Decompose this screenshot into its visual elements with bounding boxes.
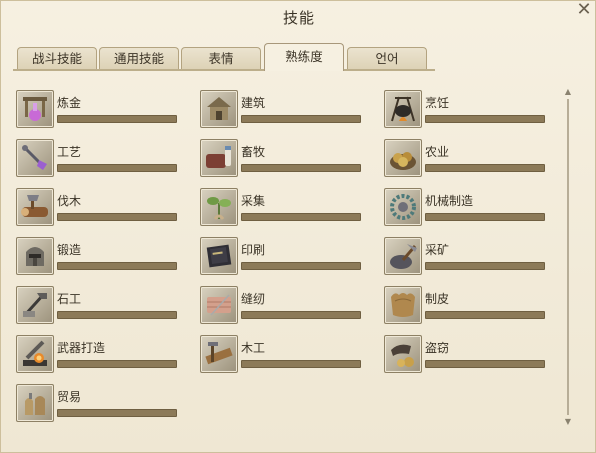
skill-larceny[interactable]: 盗窃 (379, 335, 549, 373)
skill-progress-bar (241, 164, 361, 172)
metalwork-icon (16, 237, 54, 275)
skill-husbandry[interactable]: 畜牧 (195, 139, 365, 177)
tab-label: 表情 (208, 51, 234, 66)
tab-general-skills[interactable]: 通用技能 (99, 47, 179, 69)
skill-progress-bar (425, 311, 545, 319)
tab-label: 언어 (375, 51, 399, 66)
logging-icon (16, 188, 54, 226)
skill-name: 机械制造 (425, 194, 474, 208)
window-title: 技能 (282, 9, 315, 27)
masonry-icon (16, 286, 54, 324)
skill-progress-bar (425, 213, 545, 221)
skill-commerce[interactable]: 贸易 (11, 384, 181, 422)
tab-label: 战斗技能 (31, 51, 82, 66)
skill-leatherwork[interactable]: 制皮 (379, 286, 549, 324)
skill-progress-bar (57, 409, 177, 417)
skill-progress-bar (241, 115, 361, 123)
skill-progress-bar (425, 115, 545, 123)
scroll-track[interactable] (567, 99, 569, 415)
scrollbar[interactable]: ▲ ▼ (563, 87, 573, 427)
skill-name: 印刷 (241, 243, 266, 257)
skill-progress-bar (425, 262, 545, 270)
tailoring-icon (200, 286, 238, 324)
tab-proficiency[interactable]: 熟练度 (264, 43, 344, 71)
skill-progress-bar (241, 311, 361, 319)
larceny-icon (384, 335, 422, 373)
skill-name: 伐木 (57, 194, 82, 208)
skill-alchemy[interactable]: 炼金 (11, 90, 181, 128)
close-button[interactable]: ✕ (575, 1, 593, 19)
skill-mining[interactable]: 采矿 (379, 237, 549, 275)
tab-language[interactable]: 언어 (347, 47, 427, 69)
gathering-icon (200, 188, 238, 226)
skill-name: 烹饪 (425, 96, 450, 110)
skill-progress-bar (57, 311, 177, 319)
skill-name: 工艺 (57, 145, 82, 159)
skill-printing[interactable]: 印刷 (195, 237, 365, 275)
skill-name: 盗窃 (425, 341, 450, 355)
skill-progress-bar (57, 115, 177, 123)
skill-progress-bar (57, 360, 177, 368)
skill-progress-bar (241, 262, 361, 270)
skill-name: 石工 (57, 292, 82, 306)
skill-progress-bar (57, 164, 177, 172)
skill-name: 建筑 (241, 96, 266, 110)
proficiency-grid: 炼金 建筑 烹饪 工艺 畜牧 农业 伐木 采集 机械制造 锻造 印刷 采矿 石工… (11, 81, 551, 446)
skill-progress-bar (241, 360, 361, 368)
husbandry-icon (200, 139, 238, 177)
skill-progress-bar (425, 360, 545, 368)
tab-label: 熟练度 (285, 49, 323, 64)
skill-name: 农业 (425, 145, 450, 159)
mining-icon (384, 237, 422, 275)
skill-handicraft[interactable]: 工艺 (11, 139, 181, 177)
skill-logging[interactable]: 伐木 (11, 188, 181, 226)
commerce-icon (16, 384, 54, 422)
machining-icon (384, 188, 422, 226)
skill-construction[interactable]: 建筑 (195, 90, 365, 128)
close-icon[interactable]: ✕ (576, 0, 591, 20)
skill-weaponry[interactable]: 武器打造 (11, 335, 181, 373)
skill-name: 炼金 (57, 96, 82, 110)
carpentry-icon (200, 335, 238, 373)
skills-window: 技能 ✕ 战斗技能 通用技能 表情 熟练度 언어 炼金 建筑 烹饪 工艺 畜牧 … (0, 0, 596, 453)
printing-icon (200, 237, 238, 275)
skill-cooking[interactable]: 烹饪 (379, 90, 549, 128)
cooking-icon (384, 90, 422, 128)
skill-name: 畜牧 (241, 145, 266, 159)
skill-name: 采矿 (425, 243, 450, 257)
tab-bar: 战斗技能 通用技能 表情 熟练度 언어 (13, 43, 435, 71)
skill-name: 锻造 (57, 243, 82, 257)
skill-progress-bar (241, 213, 361, 221)
skill-progress-bar (57, 213, 177, 221)
tab-combat-skills[interactable]: 战斗技能 (17, 47, 97, 69)
weaponry-icon (16, 335, 54, 373)
skill-name: 缝纫 (241, 292, 266, 306)
alchemy-icon (16, 90, 54, 128)
skill-progress-bar (425, 164, 545, 172)
skill-tailoring[interactable]: 缝纫 (195, 286, 365, 324)
scroll-up-arrow-icon[interactable]: ▲ (563, 87, 573, 97)
handicraft-icon (16, 139, 54, 177)
leatherwork-icon (384, 286, 422, 324)
skill-masonry[interactable]: 石工 (11, 286, 181, 324)
skill-name: 采集 (241, 194, 266, 208)
farming-icon (384, 139, 422, 177)
skill-machining[interactable]: 机械制造 (379, 188, 549, 226)
skill-farming[interactable]: 农业 (379, 139, 549, 177)
skill-name: 贸易 (57, 390, 82, 404)
skill-metalwork[interactable]: 锻造 (11, 237, 181, 275)
skill-name: 木工 (241, 341, 266, 355)
construction-icon (200, 90, 238, 128)
skill-gathering[interactable]: 采集 (195, 188, 365, 226)
scroll-down-arrow-icon[interactable]: ▼ (563, 417, 573, 427)
tab-emotes[interactable]: 表情 (181, 47, 261, 69)
skill-carpentry[interactable]: 木工 (195, 335, 365, 373)
skill-progress-bar (57, 262, 177, 270)
skill-name: 制皮 (425, 292, 450, 306)
skill-name: 武器打造 (57, 341, 106, 355)
tab-label: 通用技能 (113, 51, 164, 66)
